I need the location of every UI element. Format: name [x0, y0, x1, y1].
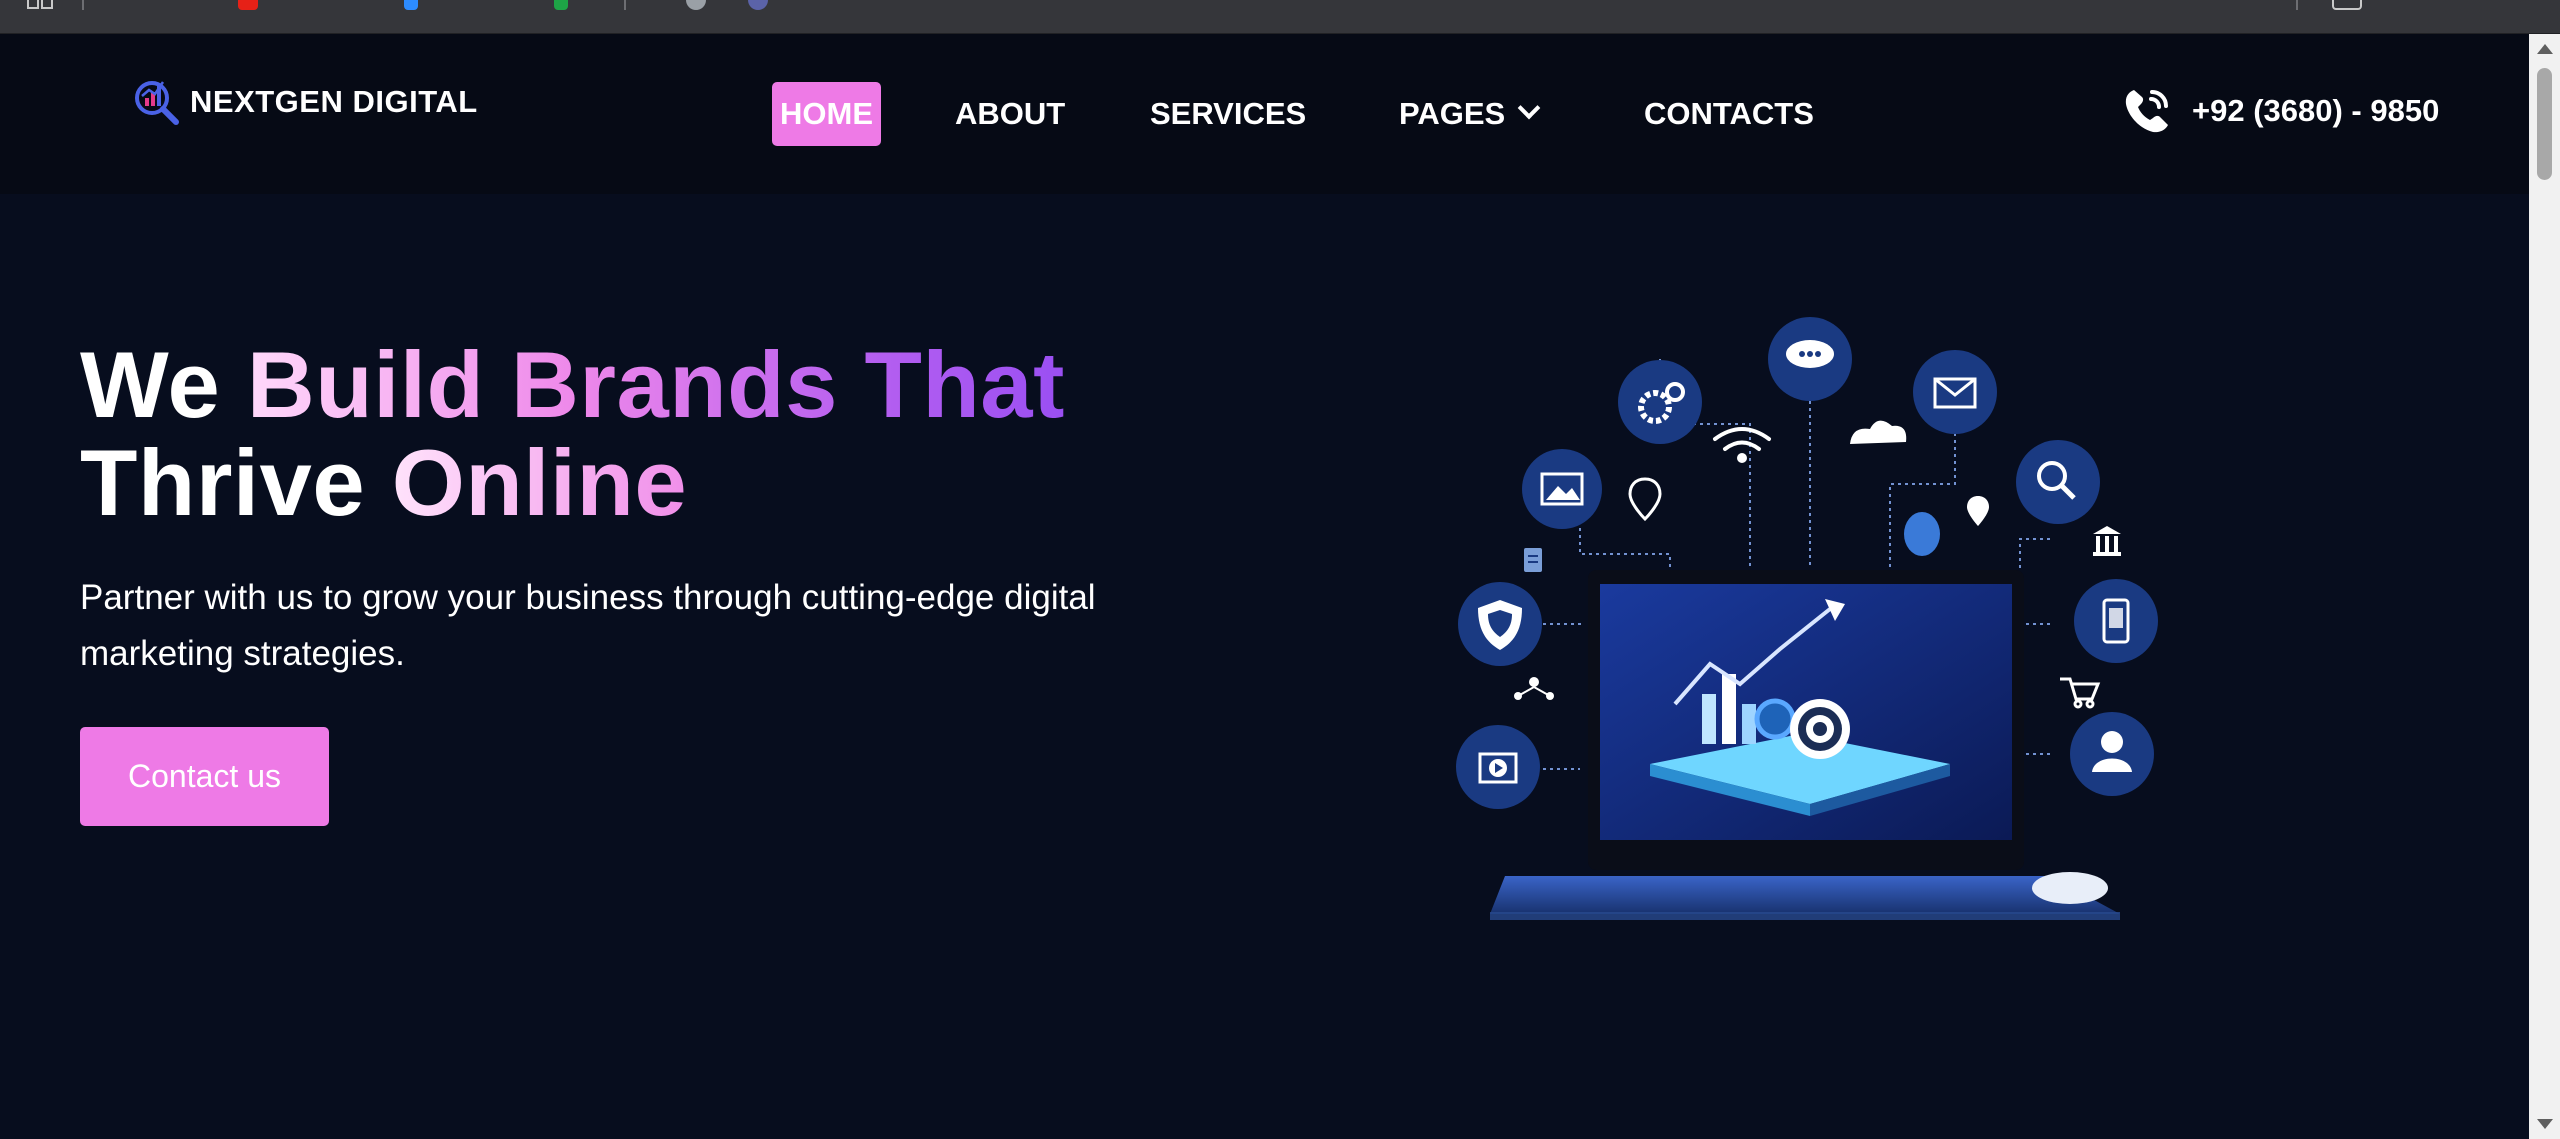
analytics-magnifier-icon	[135, 81, 179, 125]
hero-subtitle: Partner with us to grow your business th…	[80, 578, 1096, 673]
contact-us-button[interactable]: Contact us	[80, 727, 329, 826]
nav-pages-label: PAGES	[1399, 96, 1506, 131]
wifi-icon	[1713, 427, 1771, 463]
bookmark-site-icon[interactable]	[748, 0, 768, 10]
bookmark-folder-icon[interactable]	[2332, 0, 2362, 10]
brand-name: NEXTGEN DIGITAL	[190, 84, 478, 119]
nav-about[interactable]: ABOUT	[955, 82, 1065, 146]
scroll-down-arrow-icon[interactable]	[2537, 1119, 2553, 1129]
search-icon	[2016, 440, 2100, 524]
cart-icon	[2060, 677, 2101, 709]
hero-title-part-1: We	[80, 332, 247, 437]
bookmark-google-icon[interactable]	[686, 0, 706, 10]
bookmark-drive-icon[interactable]	[404, 0, 418, 10]
hero-title-part-2: Thrive	[80, 430, 392, 535]
mobile-icon	[2074, 579, 2158, 663]
chat-icon	[1768, 317, 1852, 401]
nav-pages[interactable]: PAGES	[1399, 82, 1541, 146]
scrollbar-thumb[interactable]	[2537, 68, 2552, 180]
hero-title-highlight-1: Build Brands That	[246, 332, 1065, 437]
document-icon	[1524, 548, 1542, 572]
gear-icon	[1618, 360, 1702, 444]
bookmark-green-icon[interactable]	[554, 0, 568, 10]
chevron-down-icon	[1517, 96, 1541, 120]
bookmark-youtube-icon[interactable]	[238, 0, 258, 10]
cloud-icon	[1850, 420, 1907, 444]
browser-bookmarks-bar	[0, 0, 2560, 34]
phone-icon	[2125, 90, 2168, 133]
hero-title: We Build Brands That Thrive Online	[80, 336, 1065, 532]
image-icon	[1522, 449, 1602, 529]
location-icon	[1628, 477, 1989, 556]
apps-grid-icon[interactable]	[26, 0, 58, 10]
scroll-up-arrow-icon[interactable]	[2537, 44, 2553, 54]
nav-home[interactable]: HOME	[772, 82, 881, 146]
page: NEXTGEN DIGITAL HOME ABOUT SERVICES PAGE…	[0, 34, 2529, 1139]
hero-illustration	[1456, 317, 2158, 920]
mail-icon	[1913, 350, 1997, 434]
brand-logo[interactable]: NEXTGEN DIGITAL	[130, 74, 478, 130]
nav-contacts[interactable]: CONTACTS	[1644, 82, 1814, 146]
phone-number: +92 (3680) - 9850	[2192, 93, 2440, 128]
video-icon	[1456, 725, 1540, 809]
user-icon	[2070, 712, 2154, 796]
page-scrollbar[interactable]	[2529, 34, 2560, 1139]
header-phone[interactable]: +92 (3680) - 9850	[2120, 84, 2439, 138]
network-people-icon	[1514, 677, 1554, 700]
hero-title-highlight-2: Online	[391, 430, 688, 535]
bank-icon	[2093, 526, 2121, 556]
site-header: NEXTGEN DIGITAL HOME ABOUT SERVICES PAGE…	[0, 34, 2529, 194]
shield-icon	[1458, 582, 1542, 666]
nav-services[interactable]: SERVICES	[1150, 82, 1306, 146]
